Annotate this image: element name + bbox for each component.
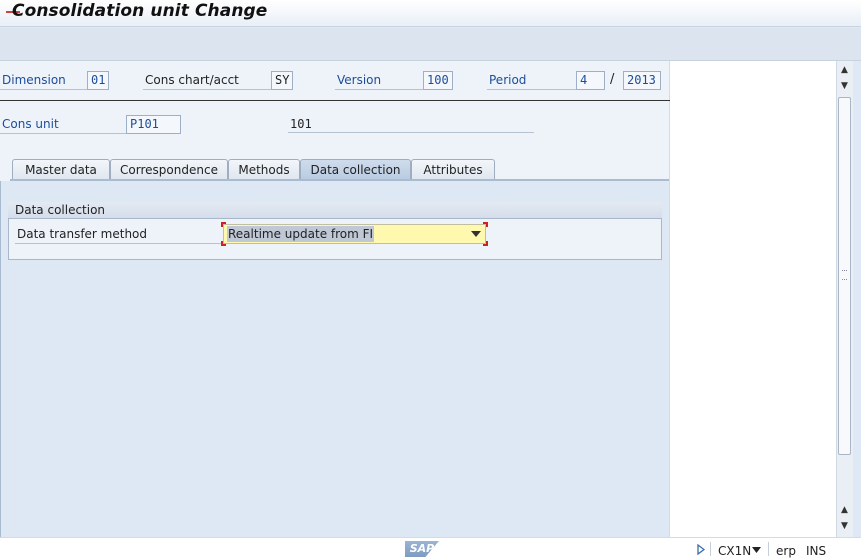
- focus-corner-tl: [221, 222, 226, 227]
- period-separator: /: [610, 72, 615, 87]
- scroll-down-small-icon[interactable]: ▼: [838, 81, 851, 91]
- chevron-down-icon[interactable]: [752, 547, 761, 553]
- header-divider: [0, 100, 670, 101]
- tab-correspondence[interactable]: Correspondence: [110, 159, 228, 180]
- group-title-bar: [8, 202, 662, 219]
- scroll-down-icon[interactable]: ▼: [838, 521, 851, 531]
- tab-master-data[interactable]: Master data: [12, 159, 110, 180]
- status-separator: [768, 542, 769, 556]
- play-arrow-icon[interactable]: [697, 544, 705, 555]
- cons-unit-label-line: [0, 116, 126, 134]
- dimension-label-line: [0, 72, 87, 90]
- cons-unit-field[interactable]: P101: [126, 115, 181, 134]
- page-title: Consolidation unit Change: [12, 1, 268, 21]
- scroll-up-icon[interactable]: ▲: [838, 65, 851, 75]
- focus-corner-bl: [221, 241, 226, 246]
- transfer-method-dropdown[interactable]: Realtime update from FI: [223, 224, 486, 244]
- cons-unit-description-line: [288, 115, 534, 133]
- system-name: erp: [776, 544, 796, 558]
- cons-chart-label-line: [143, 72, 271, 90]
- period-label-line: [487, 72, 576, 90]
- cons-chart-field[interactable]: SY: [271, 71, 293, 90]
- scroll-up-small-icon[interactable]: ▲: [838, 505, 851, 515]
- transfer-method-value: Realtime update from FI: [227, 226, 375, 242]
- application-toolbar: [0, 28, 861, 61]
- version-label-line: [335, 72, 423, 90]
- chevron-down-icon[interactable]: [471, 231, 481, 237]
- transfer-method-label-line: [15, 243, 222, 244]
- group-title: Data collection: [15, 203, 106, 217]
- right-pane: [669, 61, 836, 537]
- period-field[interactable]: 4: [576, 71, 605, 90]
- tab-methods[interactable]: Methods: [228, 159, 300, 180]
- status-separator: [710, 542, 711, 556]
- tab-attributes[interactable]: Attributes: [411, 159, 495, 180]
- version-field[interactable]: 100: [423, 71, 453, 90]
- dimension-field[interactable]: 01: [87, 71, 109, 90]
- tab-data-collection[interactable]: Data collection: [300, 159, 411, 180]
- focus-corner-br: [483, 241, 488, 246]
- focus-corner-tr: [483, 222, 488, 227]
- transaction-code: CX1N: [718, 544, 752, 558]
- scrollbar-grip: [842, 270, 847, 280]
- year-field[interactable]: 2013: [623, 71, 661, 90]
- transfer-method-label: Data transfer method: [17, 227, 148, 241]
- insert-mode[interactable]: INS: [806, 544, 826, 558]
